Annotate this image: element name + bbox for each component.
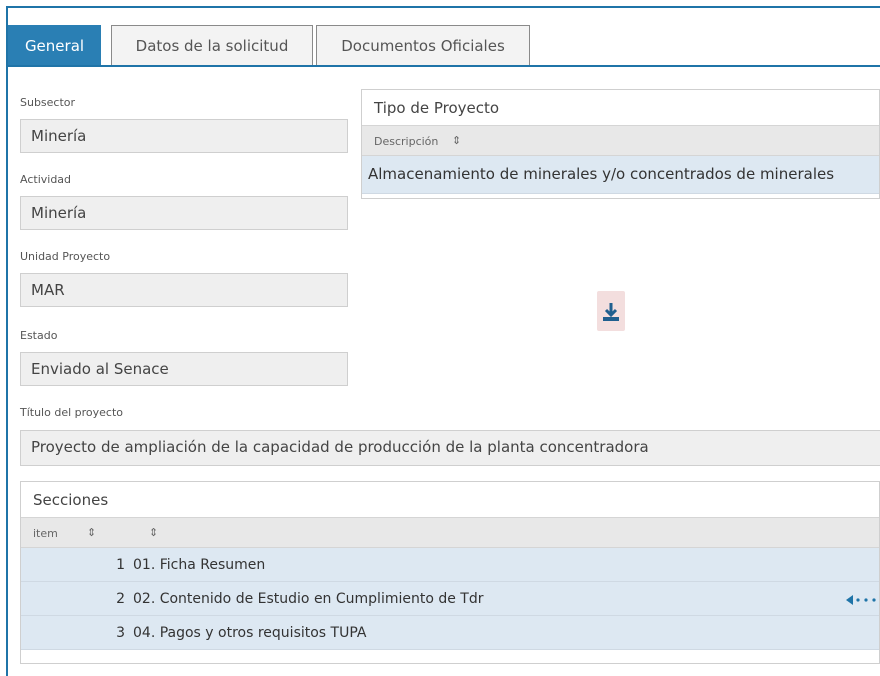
estado-field[interactable]: Enviado al Senace xyxy=(20,352,348,386)
dotted-arrow-icon xyxy=(846,595,876,605)
descripcion-cell: Almacenamiento de minerales y/o concentr… xyxy=(368,165,835,183)
descripcion-column-label: Descripción xyxy=(374,135,439,148)
item-cell: 2 xyxy=(116,591,125,607)
tab-datos-solicitud[interactable]: Datos de la solicitud xyxy=(111,25,313,66)
unidad-proyecto-field[interactable]: MAR xyxy=(20,273,348,307)
table-row[interactable]: 3 04. Pagos y otros requisitos TUPA xyxy=(21,616,879,650)
item-cell: 1 xyxy=(116,557,125,573)
secciones-panel: Secciones item ⇕ ⇕ 1 01. Ficha Resumen 2… xyxy=(20,481,880,664)
seccion-name-cell: 01. Ficha Resumen xyxy=(133,557,266,573)
tipo-proyecto-title: Tipo de Proyecto xyxy=(362,90,879,126)
seccion-name-cell: 04. Pagos y otros requisitos TUPA xyxy=(133,625,367,641)
table-row[interactable]: 1 01. Ficha Resumen xyxy=(21,548,879,582)
table-row[interactable]: Almacenamiento de minerales y/o concentr… xyxy=(362,156,879,194)
titulo-proyecto-label: Título del proyecto xyxy=(20,406,124,419)
actividad-label: Actividad xyxy=(20,173,72,186)
sort-icon[interactable]: ⇕ xyxy=(87,526,96,539)
tab-documentos-oficiales[interactable]: Documentos Oficiales xyxy=(316,25,530,66)
secciones-column-header: item ⇕ ⇕ xyxy=(21,518,879,548)
item-cell: 3 xyxy=(116,625,125,641)
subsector-label: Subsector xyxy=(20,96,76,109)
actividad-field[interactable]: Minería xyxy=(20,196,348,230)
unidad-proyecto-label: Unidad Proyecto xyxy=(20,250,111,263)
secciones-title: Secciones xyxy=(21,482,879,518)
sort-icon[interactable]: ⇕ xyxy=(452,134,461,147)
subsector-field[interactable]: Minería xyxy=(20,119,348,153)
item-column-label: item xyxy=(33,527,58,540)
download-button[interactable] xyxy=(597,291,625,331)
tab-underline xyxy=(8,65,880,67)
estado-label: Estado xyxy=(20,329,58,342)
tipo-proyecto-panel: Tipo de Proyecto Descripción ⇕ Almacenam… xyxy=(361,89,880,199)
descripcion-column-header[interactable]: Descripción ⇕ xyxy=(362,126,879,156)
table-row[interactable]: 2 02. Contenido de Estudio en Cumplimien… xyxy=(21,582,879,616)
sort-icon[interactable]: ⇕ xyxy=(149,526,158,539)
download-icon xyxy=(603,303,619,321)
titulo-proyecto-field[interactable]: Proyecto de ampliación de la capacidad d… xyxy=(20,430,880,466)
seccion-name-cell: 02. Contenido de Estudio en Cumplimiento… xyxy=(133,591,484,607)
tab-general[interactable]: General xyxy=(8,25,101,66)
